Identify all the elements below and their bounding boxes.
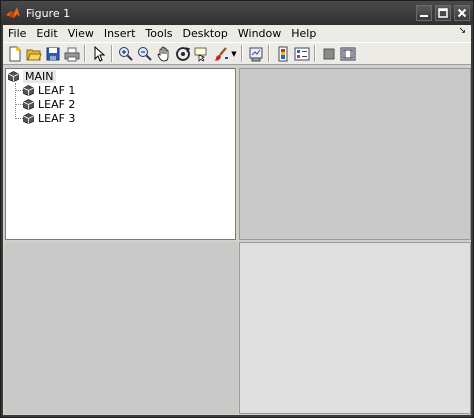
- menu-tools[interactable]: Tools: [140, 25, 177, 42]
- new-figure-icon: [9, 46, 20, 61]
- open-file-button[interactable]: [24, 44, 43, 63]
- data-cursor-button[interactable]: [192, 44, 211, 63]
- menu-window[interactable]: Window: [233, 25, 286, 42]
- figure-window: Figure 1 File Edit View Insert Tools Des…: [0, 0, 474, 418]
- tree-node-label: LEAF 3: [38, 112, 76, 125]
- rotate-3d-icon: [175, 46, 190, 61]
- menu-bar: File Edit View Insert Tools Desktop Wind…: [3, 25, 471, 42]
- edit-plot-button[interactable]: [89, 44, 108, 63]
- minimize-button[interactable]: [416, 5, 432, 21]
- cube-icon: [23, 99, 34, 110]
- tree-connector: [15, 90, 23, 91]
- insert-colorbar-button[interactable]: [273, 44, 292, 63]
- toolbar-separator: [241, 45, 243, 62]
- print-icon: [64, 47, 79, 61]
- close-icon: [457, 8, 467, 18]
- toolbar-separator: [268, 45, 270, 62]
- tree-node-leaf-1[interactable]: LEAF 1: [23, 84, 75, 97]
- matlab-logo-icon: [5, 5, 21, 21]
- show-plot-tools-icon: [340, 47, 355, 60]
- brush-icon: [213, 46, 228, 61]
- data-cursor-icon: [194, 47, 206, 62]
- edit-plot-icon: [94, 45, 105, 62]
- brush-button[interactable]: [211, 44, 230, 63]
- figure-panel-area: MAIN LEAF 1 LEAF 2 LEAF 3: [3, 65, 471, 415]
- window-title: Figure 1: [26, 6, 71, 20]
- dock-arrow-icon[interactable]: ↘: [458, 26, 466, 36]
- show-plot-tools-button[interactable]: [338, 44, 357, 63]
- insert-colorbar-icon: [278, 46, 287, 61]
- tree-node-label: MAIN: [23, 70, 56, 83]
- tree-node-leaf-3[interactable]: LEAF 3: [23, 112, 75, 125]
- title-bar[interactable]: Figure 1: [1, 1, 473, 25]
- figure-client-area: File Edit View Insert Tools Desktop Wind…: [3, 25, 471, 415]
- tree-connector: [15, 83, 16, 119]
- menu-file[interactable]: File: [3, 25, 31, 42]
- menu-help[interactable]: Help: [286, 25, 321, 42]
- brush-dropdown-icon[interactable]: ▼: [230, 50, 238, 58]
- link-plot-icon: [249, 47, 262, 61]
- zoom-in-button[interactable]: [116, 44, 135, 63]
- close-button[interactable]: [454, 5, 470, 21]
- insert-legend-button[interactable]: [292, 44, 311, 63]
- bottom-right-panel: [239, 242, 471, 414]
- cube-icon: [8, 71, 19, 82]
- pan-button[interactable]: [154, 44, 173, 63]
- zoom-out-icon: [137, 46, 152, 61]
- new-figure-button[interactable]: [5, 44, 24, 63]
- bottom-left-panel: [5, 242, 238, 414]
- maximize-button[interactable]: [435, 5, 451, 21]
- pan-icon: [157, 46, 168, 61]
- menu-edit[interactable]: Edit: [31, 25, 62, 42]
- cube-icon: [23, 113, 34, 124]
- toolbar-separator: [314, 45, 316, 62]
- link-plot-button[interactable]: [246, 44, 265, 63]
- figure-toolbar: ▼: [3, 42, 471, 65]
- toolbar-separator: [84, 45, 86, 62]
- rotate-3d-button[interactable]: [173, 44, 192, 63]
- tree-connector: [15, 118, 23, 119]
- menu-view[interactable]: View: [63, 25, 99, 42]
- save-button[interactable]: [43, 44, 62, 63]
- toolbar-separator: [111, 45, 113, 62]
- tree-panel[interactable]: MAIN LEAF 1 LEAF 2 LEAF 3: [5, 68, 236, 240]
- zoom-in-icon: [118, 46, 133, 61]
- tree-connector: [15, 104, 23, 105]
- insert-legend-icon: [294, 47, 309, 60]
- maximize-icon: [438, 8, 448, 18]
- zoom-out-button[interactable]: [135, 44, 154, 63]
- open-file-icon: [26, 49, 42, 60]
- tree-node-label: LEAF 1: [38, 84, 76, 97]
- save-icon: [46, 47, 59, 60]
- tree-node-leaf-2[interactable]: LEAF 2: [23, 98, 75, 111]
- tree-node-label: LEAF 2: [38, 98, 76, 111]
- hide-plot-tools-button[interactable]: [319, 44, 338, 63]
- tree-node-main[interactable]: MAIN: [8, 70, 56, 83]
- menu-insert[interactable]: Insert: [99, 25, 141, 42]
- print-button[interactable]: [62, 44, 81, 63]
- minimize-icon: [420, 15, 428, 17]
- top-right-panel: [239, 68, 471, 240]
- cube-icon: [23, 85, 34, 96]
- hide-plot-tools-icon: [323, 48, 334, 59]
- menu-desktop[interactable]: Desktop: [178, 25, 233, 42]
